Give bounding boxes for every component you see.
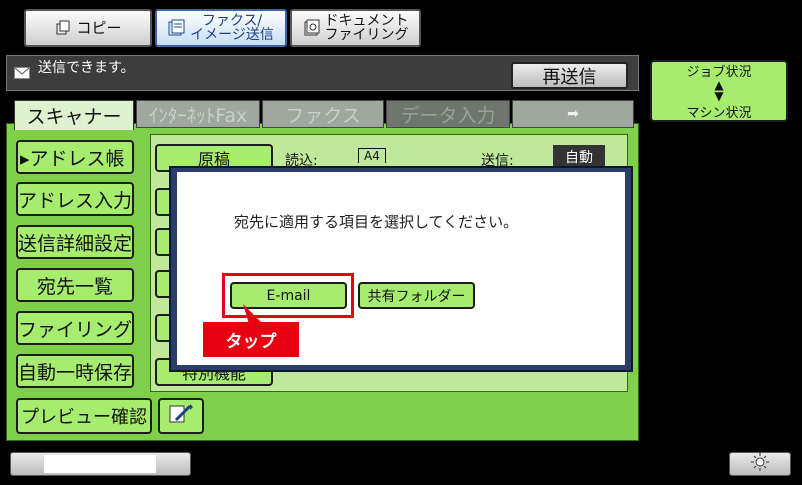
resend-button[interactable]: 再送信 (511, 62, 628, 89)
brightness-button[interactable] (729, 452, 791, 476)
address-book-button[interactable]: ▸アドレス帳 (16, 140, 134, 174)
send-details-button[interactable]: 送信詳細設定 (16, 225, 134, 259)
tab-internet-fax[interactable]: ｲﾝﾀｰﾈｯﾄFax (136, 100, 260, 128)
paper-size-value: A4 (358, 148, 386, 163)
mode-document-filing-label: ドキュメント ファイリング (324, 13, 409, 43)
up-down-arrow-icon: ▲ ▼ (714, 78, 724, 103)
mode-copy-label: コピー (76, 18, 122, 37)
dialog-message: 宛先に適用する項目を選択してください。 (234, 213, 519, 231)
auto-temp-save-button[interactable]: 自動一時保存 (16, 354, 134, 388)
filing-button[interactable]: ファイリング (16, 311, 134, 345)
mode-fax-image-send-button[interactable]: ファクス/ イメージ送信 (155, 9, 287, 47)
address-entry-button[interactable]: アドレス入力 (16, 182, 134, 216)
job-status-button[interactable]: ジョブ状況 ▲ ▼ マシン状況 (650, 60, 788, 122)
document-filing-icon (303, 19, 321, 37)
fax-image-send-icon (168, 19, 186, 37)
tab-data-entry[interactable]: データ入力 (386, 100, 510, 128)
edit-icon (168, 403, 194, 429)
mode-document-filing-button[interactable]: ドキュメント ファイリング (290, 9, 421, 47)
status-message: 送信できます。 (38, 60, 135, 76)
destination-list-button[interactable]: 宛先一覧 (16, 268, 134, 302)
tap-callout: タップ (203, 322, 299, 357)
quick-edit-button[interactable] (158, 398, 204, 434)
mode-copy-button[interactable]: コピー (24, 9, 152, 47)
shared-folder-button[interactable]: 共有フォルダー (358, 282, 475, 309)
tab-fax[interactable]: ファクス (262, 100, 384, 128)
brightness-icon (750, 453, 770, 475)
mode-fax-image-send-label: ファクス/ イメージ送信 (190, 13, 274, 43)
machine-status-label: マシン状況 (686, 106, 752, 121)
mail-icon (14, 64, 30, 79)
tab-next[interactable]: ➡ (512, 100, 634, 128)
copy-icon (54, 19, 72, 37)
preview-button[interactable]: プレビュー確認 (16, 398, 152, 434)
progress-fill (44, 455, 156, 473)
tab-scanner[interactable]: スキャナー (14, 100, 134, 130)
